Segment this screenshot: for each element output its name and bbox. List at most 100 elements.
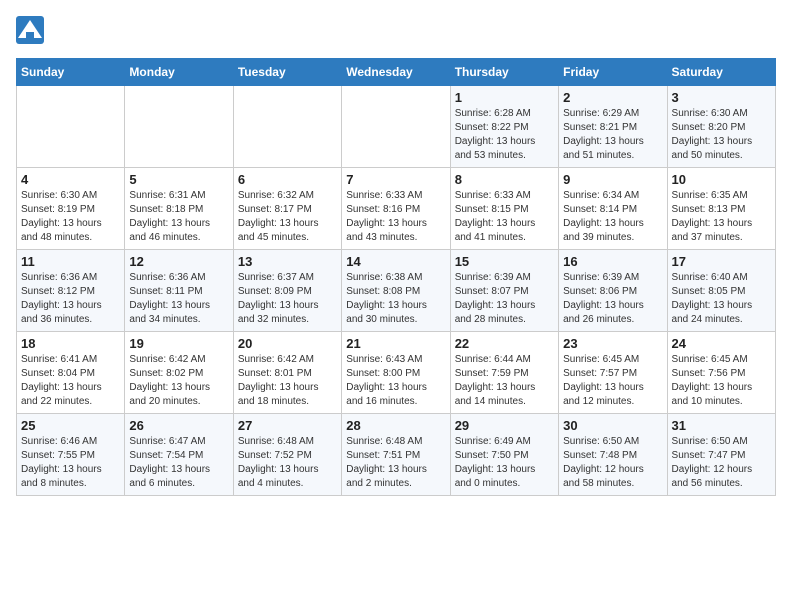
- header: [16, 16, 776, 46]
- day-info: Sunrise: 6:39 AM Sunset: 8:07 PM Dayligh…: [455, 271, 554, 327]
- day-cell: 25 Sunrise: 6:46 AM Sunset: 7:55 PM Dayli…: [17, 414, 125, 496]
- day-cell: 5Sunrise: 6:31 AM Sunset: 8:18 PM Daylig…: [125, 168, 233, 250]
- day-info: Sunrise: 6:36 AM Sunset: 8:11 PM Dayligh…: [129, 271, 228, 327]
- day-header-tuesday: Tuesday: [233, 59, 341, 86]
- day-cell: [17, 86, 125, 168]
- day-cell: [233, 86, 341, 168]
- day-number: 19: [129, 336, 228, 351]
- day-cell: 3 Sunrise: 6:30 AM Sunset: 8:20 PM Daylig…: [667, 86, 775, 168]
- day-cell: [125, 86, 233, 168]
- day-info: Sunrise: 6:28 AM Sunset: 8:22 PM Dayligh…: [455, 107, 554, 163]
- week-row-4: 18 Sunrise: 6:41 AM Sunset: 8:04 PM Dayli…: [17, 332, 776, 414]
- day-cell: 21Sunrise: 6:43 AM Sunset: 8:00 PM Dayli…: [342, 332, 450, 414]
- week-row-2: 4Sunrise: 6:30 AM Sunset: 8:19 PM Daylig…: [17, 168, 776, 250]
- header-row: SundayMondayTuesdayWednesdayThursdayFrid…: [17, 59, 776, 86]
- day-number: 10: [672, 172, 771, 187]
- day-info: Sunrise: 6:35 AM Sunset: 8:13 PM Dayligh…: [672, 189, 771, 245]
- week-row-5: 25 Sunrise: 6:46 AM Sunset: 7:55 PM Dayli…: [17, 414, 776, 496]
- day-info: Sunrise: 6:38 AM Sunset: 8:08 PM Dayligh…: [346, 271, 445, 327]
- day-number: 15: [455, 254, 554, 269]
- day-cell: 17 Sunrise: 6:40 AM Sunset: 8:05 PM Dayli…: [667, 250, 775, 332]
- day-number: 24: [672, 336, 771, 351]
- day-info: Sunrise: 6:48 AM Sunset: 7:52 PM Dayligh…: [238, 435, 337, 491]
- day-info: Sunrise: 6:42 AM Sunset: 8:01 PM Dayligh…: [238, 353, 337, 409]
- day-number: 7: [346, 172, 445, 187]
- week-row-1: 1Sunrise: 6:28 AM Sunset: 8:22 PM Daylig…: [17, 86, 776, 168]
- day-info: Sunrise: 6:29 AM Sunset: 8:21 PM Dayligh…: [563, 107, 662, 163]
- day-cell: 16 Sunrise: 6:39 AM Sunset: 8:06 PM Dayli…: [559, 250, 667, 332]
- day-number: 2: [563, 90, 662, 105]
- day-number: 29: [455, 418, 554, 433]
- day-header-sunday: Sunday: [17, 59, 125, 86]
- day-cell: 11 Sunrise: 6:36 AM Sunset: 8:12 PM Dayli…: [17, 250, 125, 332]
- day-info: Sunrise: 6:39 AM Sunset: 8:06 PM Dayligh…: [563, 271, 662, 327]
- day-info: Sunrise: 6:32 AM Sunset: 8:17 PM Dayligh…: [238, 189, 337, 245]
- day-number: 22: [455, 336, 554, 351]
- day-number: 20: [238, 336, 337, 351]
- day-info: Sunrise: 6:37 AM Sunset: 8:09 PM Dayligh…: [238, 271, 337, 327]
- day-number: 18: [21, 336, 120, 351]
- day-cell: 31 Sunrise: 6:50 AM Sunset: 7:47 PM Dayli…: [667, 414, 775, 496]
- day-info: Sunrise: 6:33 AM Sunset: 8:16 PM Dayligh…: [346, 189, 445, 245]
- day-cell: 30 Sunrise: 6:50 AM Sunset: 7:48 PM Dayli…: [559, 414, 667, 496]
- day-cell: 22 Sunrise: 6:44 AM Sunset: 7:59 PM Dayli…: [450, 332, 558, 414]
- day-cell: 13 Sunrise: 6:37 AM Sunset: 8:09 PM Dayli…: [233, 250, 341, 332]
- day-cell: 20 Sunrise: 6:42 AM Sunset: 8:01 PM Dayli…: [233, 332, 341, 414]
- day-number: 12: [129, 254, 228, 269]
- day-number: 26: [129, 418, 228, 433]
- day-info: Sunrise: 6:34 AM Sunset: 8:14 PM Dayligh…: [563, 189, 662, 245]
- day-info: Sunrise: 6:45 AM Sunset: 7:56 PM Dayligh…: [672, 353, 771, 409]
- day-cell: 2 Sunrise: 6:29 AM Sunset: 8:21 PM Daylig…: [559, 86, 667, 168]
- day-number: 4: [21, 172, 120, 187]
- day-cell: 6Sunrise: 6:32 AM Sunset: 8:17 PM Daylig…: [233, 168, 341, 250]
- day-cell: 14 Sunrise: 6:38 AM Sunset: 8:08 PM Dayli…: [342, 250, 450, 332]
- day-number: 25: [21, 418, 120, 433]
- day-number: 14: [346, 254, 445, 269]
- day-info: Sunrise: 6:50 AM Sunset: 7:48 PM Dayligh…: [563, 435, 662, 491]
- day-cell: 12 Sunrise: 6:36 AM Sunset: 8:11 PM Dayli…: [125, 250, 233, 332]
- day-info: Sunrise: 6:46 AM Sunset: 7:55 PM Dayligh…: [21, 435, 120, 491]
- day-number: 5: [129, 172, 228, 187]
- day-number: 30: [563, 418, 662, 433]
- day-info: Sunrise: 6:45 AM Sunset: 7:57 PM Dayligh…: [563, 353, 662, 409]
- day-info: Sunrise: 6:36 AM Sunset: 8:12 PM Dayligh…: [21, 271, 120, 327]
- day-info: Sunrise: 6:50 AM Sunset: 7:47 PM Dayligh…: [672, 435, 771, 491]
- week-row-3: 11 Sunrise: 6:36 AM Sunset: 8:12 PM Dayli…: [17, 250, 776, 332]
- day-number: 21: [346, 336, 445, 351]
- day-number: 23: [563, 336, 662, 351]
- day-number: 8: [455, 172, 554, 187]
- day-number: 28: [346, 418, 445, 433]
- day-number: 3: [672, 90, 771, 105]
- day-number: 9: [563, 172, 662, 187]
- day-info: Sunrise: 6:33 AM Sunset: 8:15 PM Dayligh…: [455, 189, 554, 245]
- day-number: 11: [21, 254, 120, 269]
- day-info: Sunrise: 6:30 AM Sunset: 8:20 PM Dayligh…: [672, 107, 771, 163]
- logo-icon: [16, 16, 46, 46]
- day-header-wednesday: Wednesday: [342, 59, 450, 86]
- day-cell: 23 Sunrise: 6:45 AM Sunset: 7:57 PM Dayli…: [559, 332, 667, 414]
- day-cell: 1Sunrise: 6:28 AM Sunset: 8:22 PM Daylig…: [450, 86, 558, 168]
- day-cell: 18 Sunrise: 6:41 AM Sunset: 8:04 PM Dayli…: [17, 332, 125, 414]
- day-header-friday: Friday: [559, 59, 667, 86]
- day-cell: 29 Sunrise: 6:49 AM Sunset: 7:50 PM Dayli…: [450, 414, 558, 496]
- day-info: Sunrise: 6:44 AM Sunset: 7:59 PM Dayligh…: [455, 353, 554, 409]
- day-header-monday: Monday: [125, 59, 233, 86]
- day-cell: 19 Sunrise: 6:42 AM Sunset: 8:02 PM Dayli…: [125, 332, 233, 414]
- day-info: Sunrise: 6:41 AM Sunset: 8:04 PM Dayligh…: [21, 353, 120, 409]
- day-number: 17: [672, 254, 771, 269]
- day-cell: 27 Sunrise: 6:48 AM Sunset: 7:52 PM Dayli…: [233, 414, 341, 496]
- day-number: 31: [672, 418, 771, 433]
- day-number: 16: [563, 254, 662, 269]
- day-cell: 28Sunrise: 6:48 AM Sunset: 7:51 PM Dayli…: [342, 414, 450, 496]
- day-header-thursday: Thursday: [450, 59, 558, 86]
- day-cell: 15 Sunrise: 6:39 AM Sunset: 8:07 PM Dayli…: [450, 250, 558, 332]
- day-info: Sunrise: 6:49 AM Sunset: 7:50 PM Dayligh…: [455, 435, 554, 491]
- calendar-table: SundayMondayTuesdayWednesdayThursdayFrid…: [16, 58, 776, 496]
- logo: [16, 16, 46, 46]
- day-number: 13: [238, 254, 337, 269]
- day-number: 27: [238, 418, 337, 433]
- day-info: Sunrise: 6:40 AM Sunset: 8:05 PM Dayligh…: [672, 271, 771, 327]
- day-header-saturday: Saturday: [667, 59, 775, 86]
- day-info: Sunrise: 6:42 AM Sunset: 8:02 PM Dayligh…: [129, 353, 228, 409]
- day-cell: [342, 86, 450, 168]
